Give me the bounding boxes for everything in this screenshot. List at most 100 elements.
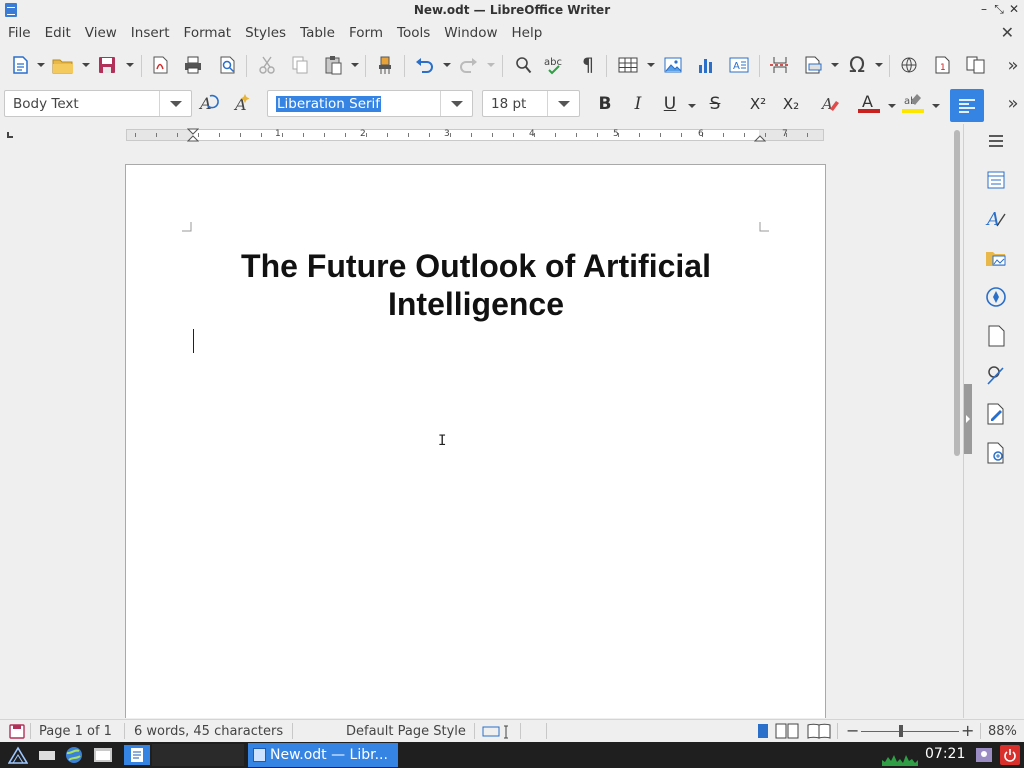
selection-mode-icon[interactable]: [482, 725, 512, 739]
menu-tools[interactable]: Tools: [392, 25, 435, 41]
spelling-icon[interactable]: abc: [543, 53, 567, 77]
paragraph-style-combo[interactable]: Body Text: [4, 90, 192, 117]
taskbar-writer-window[interactable]: New.odt — Libr...: [248, 743, 398, 767]
open-folder-icon[interactable]: [51, 53, 75, 77]
zoom-slider-track[interactable]: [861, 731, 959, 732]
zoom-out-icon[interactable]: −: [846, 721, 859, 740]
start-menu-icon[interactable]: [8, 745, 28, 765]
scrollbar-thumb[interactable]: [954, 130, 960, 456]
menu-view[interactable]: View: [80, 25, 122, 41]
document-heading-line-1[interactable]: The Future Outlook of Artificial: [186, 247, 766, 285]
web-browser-icon[interactable]: [64, 745, 84, 765]
insert-special-character-icon[interactable]: Ω: [845, 53, 869, 77]
insert-chart-icon[interactable]: [694, 53, 718, 77]
insert-image-icon[interactable]: [661, 53, 685, 77]
zoom-level[interactable]: 88%: [988, 724, 1017, 739]
multi-page-view-icon[interactable]: [775, 723, 801, 739]
right-indent-marker-icon[interactable]: [754, 128, 766, 142]
document-heading[interactable]: The Future Outlook of Artificial Intelli…: [186, 247, 766, 323]
book-view-icon[interactable]: [806, 723, 832, 739]
highlight-color-icon[interactable]: ab: [901, 91, 925, 115]
formatting-marks-icon[interactable]: ¶: [576, 53, 600, 77]
menu-form[interactable]: Form: [344, 25, 388, 41]
insert-hyperlink-icon[interactable]: [897, 53, 921, 77]
design-icon[interactable]: [984, 441, 1008, 465]
indent-marker-icon[interactable]: [187, 128, 199, 142]
font-color-dropdown-arrow[interactable]: [888, 104, 896, 108]
update-style-icon[interactable]: A: [197, 91, 221, 115]
new-dropdown-arrow[interactable]: [37, 63, 45, 67]
zoom-in-icon[interactable]: +: [961, 721, 974, 740]
page-icon[interactable]: [984, 324, 1008, 348]
font-color-icon[interactable]: A: [857, 91, 881, 115]
paste-dropdown-arrow[interactable]: [351, 63, 359, 67]
sidebar-collapse-handle[interactable]: [964, 384, 972, 454]
save-icon[interactable]: [95, 53, 119, 77]
insert-page-break-icon[interactable]: [768, 53, 792, 77]
menu-window[interactable]: Window: [439, 25, 502, 41]
vertical-scrollbar[interactable]: [951, 124, 963, 718]
undo-icon[interactable]: [412, 53, 436, 77]
font-name-combo[interactable]: Liberation Serif: [267, 90, 473, 117]
maximize-button[interactable]: ⤡: [992, 2, 1006, 17]
document-modified-icon[interactable]: [9, 724, 25, 739]
font-size-dropdown-icon[interactable]: [547, 91, 579, 116]
table-dropdown-arrow[interactable]: [647, 63, 655, 67]
superscript-button[interactable]: X²: [746, 93, 770, 115]
toolbar-overflow-icon[interactable]: »: [1004, 53, 1022, 77]
strikethrough-button[interactable]: S: [705, 93, 725, 115]
horizontal-ruler[interactable]: 1 2 3 4 5 6 7: [126, 128, 824, 142]
insert-field-icon[interactable]: [801, 53, 825, 77]
export-pdf-icon[interactable]: [148, 53, 172, 77]
show-desktop-icon[interactable]: [37, 745, 57, 765]
redo-dropdown-arrow[interactable]: [487, 63, 495, 67]
tab-stop-selector-icon[interactable]: [7, 132, 13, 138]
single-page-view-icon[interactable]: [757, 723, 769, 739]
sidebar-menu-icon[interactable]: [984, 129, 1008, 153]
print-preview-icon[interactable]: [215, 53, 239, 77]
new-style-icon[interactable]: A: [230, 91, 254, 115]
close-window-button[interactable]: ✕: [1007, 2, 1021, 16]
insert-text-box-icon[interactable]: A: [727, 53, 751, 77]
bold-button[interactable]: B: [595, 93, 615, 115]
styles-icon[interactable]: A: [984, 207, 1008, 231]
word-count[interactable]: 6 words, 45 characters: [134, 724, 283, 739]
special-character-dropdown-arrow[interactable]: [875, 63, 883, 67]
print-icon[interactable]: [181, 53, 205, 77]
font-name-dropdown-icon[interactable]: [440, 91, 472, 116]
highlight-dropdown-arrow[interactable]: [932, 104, 940, 108]
gallery-icon[interactable]: [984, 246, 1008, 270]
page-style[interactable]: Default Page Style: [346, 724, 466, 739]
underline-dropdown-arrow[interactable]: [688, 104, 696, 108]
save-dropdown-arrow[interactable]: [126, 63, 134, 67]
menu-insert[interactable]: Insert: [126, 25, 175, 41]
manage-changes-icon[interactable]: [984, 402, 1008, 426]
underline-button[interactable]: U: [660, 93, 680, 115]
copy-icon[interactable]: [288, 53, 312, 77]
style-inspector-icon[interactable]: [984, 363, 1008, 387]
properties-icon[interactable]: [984, 168, 1008, 192]
undo-dropdown-arrow[interactable]: [443, 63, 451, 67]
open-dropdown-arrow[interactable]: [82, 63, 90, 67]
new-document-icon[interactable]: [8, 53, 32, 77]
power-icon[interactable]: [1000, 745, 1020, 765]
document-canvas[interactable]: The Future Outlook of Artificial Intelli…: [0, 146, 963, 718]
user-icon[interactable]: [974, 745, 994, 765]
paste-icon[interactable]: [321, 53, 345, 77]
paragraph-style-value[interactable]: Body Text: [5, 96, 159, 112]
font-name-value[interactable]: Liberation Serif: [276, 95, 382, 112]
menu-file[interactable]: File: [3, 25, 36, 41]
subscript-button[interactable]: X₂: [779, 93, 803, 115]
cut-icon[interactable]: [255, 53, 279, 77]
menu-table[interactable]: Table: [295, 25, 340, 41]
insert-footnote-icon[interactable]: 1: [930, 53, 954, 77]
menu-edit[interactable]: Edit: [40, 25, 76, 41]
italic-button[interactable]: I: [628, 93, 648, 115]
paragraph-style-dropdown-icon[interactable]: [159, 91, 191, 116]
close-document-button[interactable]: ✕: [1001, 23, 1014, 42]
document-heading-line-2[interactable]: Intelligence: [186, 285, 766, 323]
insert-table-icon[interactable]: [616, 53, 640, 77]
file-manager-icon[interactable]: [93, 745, 113, 765]
align-left-button[interactable]: [950, 89, 984, 122]
menu-styles[interactable]: Styles: [240, 25, 291, 41]
